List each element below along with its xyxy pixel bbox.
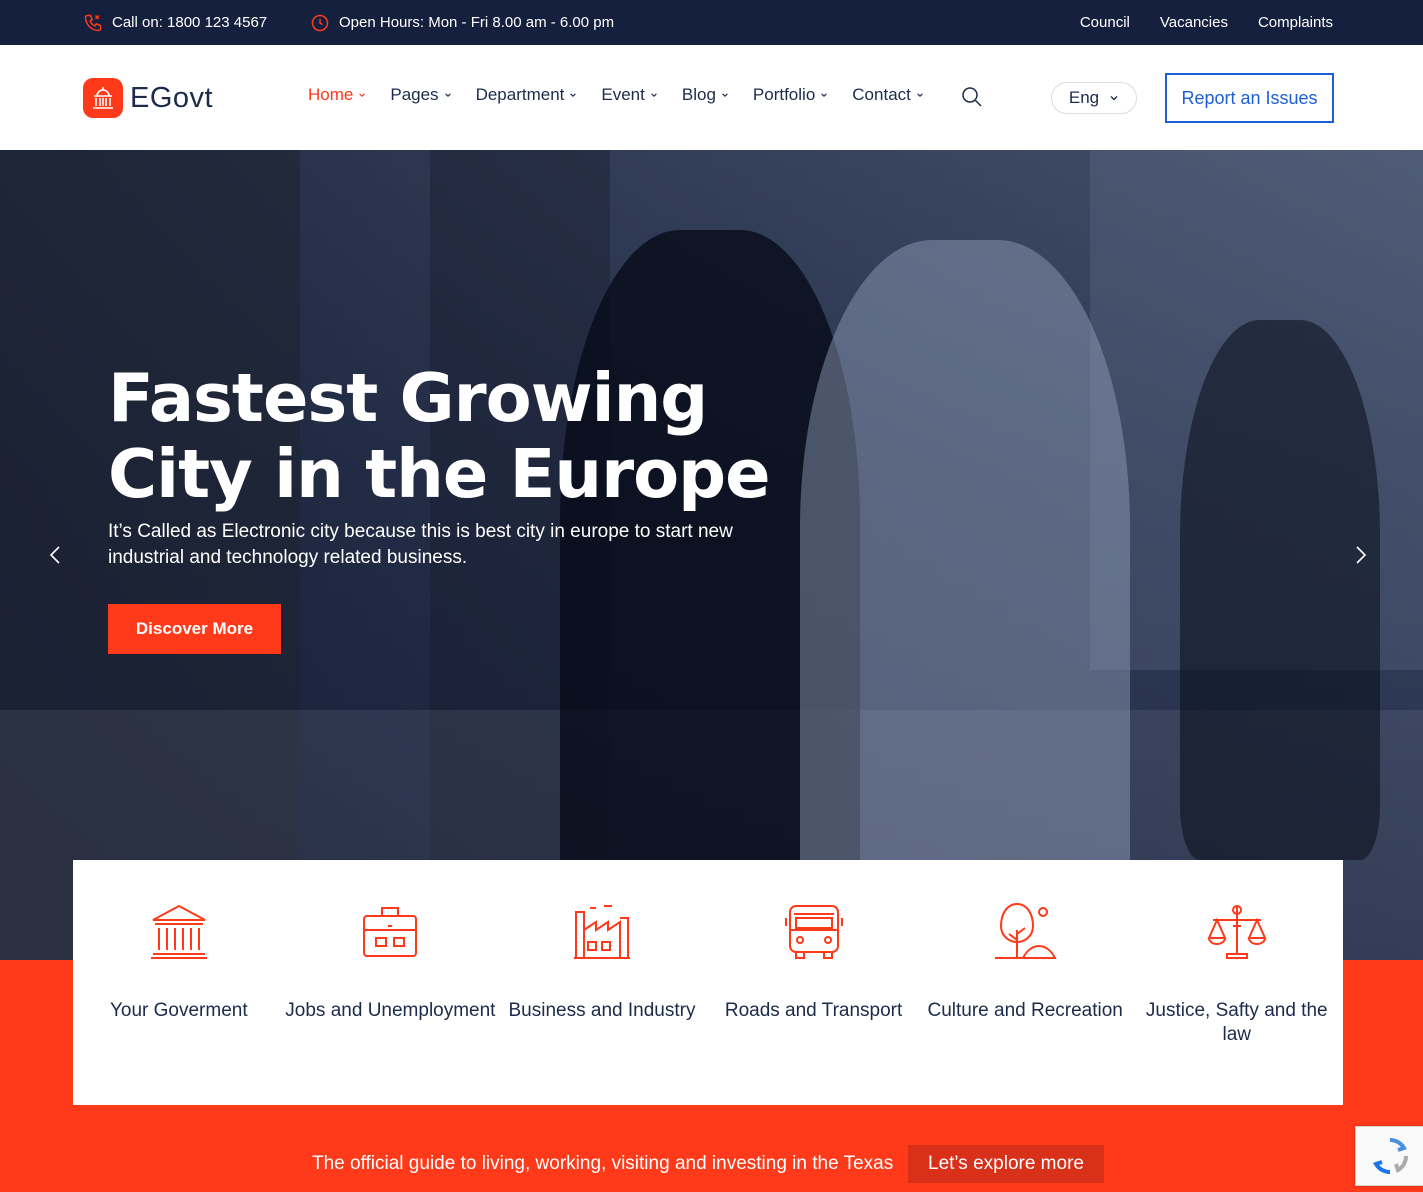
- chevron-down-icon: [821, 93, 828, 97]
- nav-event[interactable]: Event: [601, 85, 657, 105]
- chevron-down-icon: [444, 93, 451, 97]
- service-business[interactable]: Business and Industry: [496, 860, 708, 1105]
- complaints-link[interactable]: Complaints: [1258, 14, 1333, 31]
- discover-more-button[interactable]: Discover More: [108, 604, 281, 654]
- main-nav: Home Pages Department Event Blog Portfol…: [308, 85, 948, 105]
- service-label: Jobs and Unemployment: [285, 1000, 496, 1021]
- clock-icon: [310, 13, 330, 33]
- nav-label: Department: [475, 85, 565, 104]
- service-label: Culture and Recreation: [927, 1000, 1123, 1021]
- open-hours: Open Hours: Mon - Fri 8.00 am - 6.00 pm: [310, 0, 614, 45]
- chevron-down-icon: [1110, 96, 1118, 101]
- nav-department[interactable]: Department: [476, 85, 578, 105]
- hero-title: Fastest Growing City in the Europe: [108, 359, 771, 513]
- language-value: Eng: [1068, 88, 1100, 107]
- hours-text: Open Hours: Mon - Fri 8.00 am - 6.00 pm: [339, 14, 615, 31]
- phone-contact[interactable]: Call on: 1800 123 4567: [83, 0, 267, 45]
- top-bar: Call on: 1800 123 4567 Open Hours: Mon -…: [0, 0, 1423, 45]
- scales-icon: [1207, 905, 1267, 959]
- government-building-icon: [150, 904, 207, 959]
- phone-icon: [83, 13, 103, 33]
- nav-portfolio[interactable]: Portfolio: [753, 85, 828, 105]
- nav-label: Portfolio: [752, 85, 816, 104]
- report-issues-button[interactable]: Report an Issues: [1165, 73, 1334, 123]
- service-government[interactable]: Your Goverment: [73, 860, 285, 1105]
- service-label: Business and Industry: [508, 1000, 696, 1021]
- nav-label: Contact: [852, 85, 911, 104]
- chevron-down-icon: [570, 93, 577, 97]
- factory-icon: [573, 905, 630, 959]
- service-label: Your Goverment: [109, 1000, 248, 1021]
- nav-home[interactable]: Home: [308, 85, 366, 105]
- capitol-icon: [83, 78, 123, 118]
- service-justice[interactable]: Justice, Safty and the law: [1131, 860, 1343, 1105]
- briefcase-icon: [363, 907, 418, 957]
- slider-next-arrow-icon[interactable]: [1350, 545, 1370, 565]
- chevron-down-icon: [917, 93, 923, 97]
- council-link[interactable]: Council: [1080, 14, 1130, 31]
- site-logo[interactable]: EGovt: [83, 78, 213, 118]
- nav-label: Home: [308, 85, 354, 104]
- slider-prev-arrow-icon[interactable]: [46, 545, 66, 565]
- recaptcha-icon: [1372, 1137, 1408, 1175]
- chevron-down-icon: [722, 93, 728, 97]
- nav-label: Event: [601, 85, 645, 104]
- tree-park-icon: [995, 902, 1057, 959]
- nav-label: Blog: [681, 85, 716, 104]
- vacancies-link[interactable]: Vacancies: [1160, 14, 1228, 31]
- service-label: Justice, Safty and the law: [1145, 1000, 1328, 1045]
- language-select[interactable]: Eng: [1051, 82, 1137, 114]
- nav-blog[interactable]: Blog: [682, 85, 729, 105]
- chevron-down-icon: [359, 93, 366, 97]
- hero-bg-pedestrians: [1180, 320, 1380, 860]
- phone-text: Call on: 1800 123 4567: [112, 14, 268, 31]
- hero-bg-person-right: [800, 240, 1130, 960]
- main-header: EGovt Home Pages Department Event Blog P…: [0, 45, 1423, 150]
- service-jobs[interactable]: Jobs and Unemployment: [285, 860, 497, 1105]
- nav-pages[interactable]: Pages: [390, 85, 451, 105]
- hero-subtitle: It’s Called as Electronic city because t…: [108, 521, 733, 568]
- nav-contact[interactable]: Contact: [852, 85, 924, 105]
- hero-slider: Fastest Growing City in the Europe It’s …: [0, 150, 1423, 960]
- chevron-down-icon: [651, 93, 657, 97]
- explore-more-button[interactable]: Let’s explore more: [908, 1145, 1104, 1183]
- bus-icon: [784, 905, 843, 959]
- top-links: Council Vacancies Complaints: [1080, 0, 1333, 45]
- services-card: Your Goverment Jobs and Unemployment Bus…: [73, 860, 1343, 1105]
- service-culture[interactable]: Culture and Recreation: [919, 860, 1131, 1105]
- service-label: Roads and Transport: [724, 1000, 903, 1021]
- service-roads[interactable]: Roads and Transport: [708, 860, 920, 1105]
- logo-text: EGovt: [130, 81, 214, 114]
- guide-text: The official guide to living, working, v…: [312, 1153, 894, 1174]
- nav-label: Pages: [390, 85, 439, 104]
- recaptcha-badge[interactable]: [1355, 1126, 1423, 1186]
- search-icon[interactable]: [960, 85, 984, 109]
